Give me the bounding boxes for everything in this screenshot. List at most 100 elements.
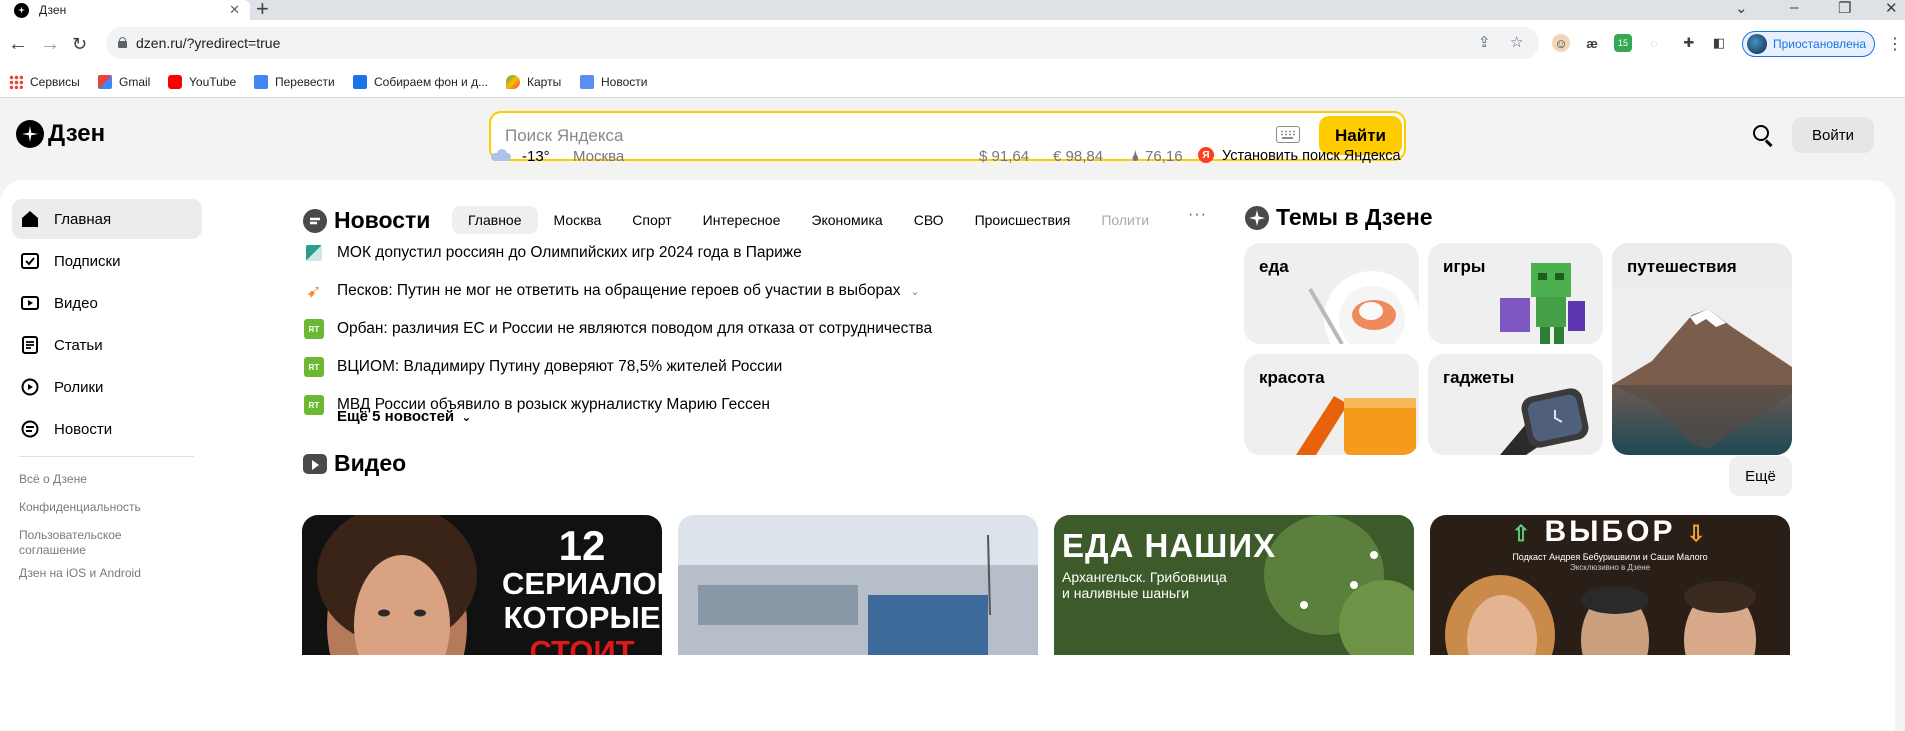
back-icon[interactable]: ← [8,34,28,54]
browser-tabstrip: Дзен ✕ + ⌄ – ❐ ✕ [0,0,1905,20]
browser-menu-icon[interactable]: ⋮ [1887,34,1903,54]
tab-sport[interactable]: Спорт [632,212,671,228]
profile-status: Приостановлена [1773,37,1867,51]
forward-icon[interactable]: → [40,34,60,54]
tab-svo[interactable]: СВО [914,212,944,228]
video-overlay-text: КОТОРЫЕ [503,600,661,635]
bookmark-star-icon[interactable]: ☆ [1510,33,1523,51]
oil-icon: 🌢 [1131,148,1141,165]
bookmark-translate[interactable]: Перевести [254,72,335,92]
privacy-link[interactable]: Конфиденциальность [19,500,169,515]
address-bar[interactable]: dzen.ru/?yredirect=true ⇪ ☆ [106,27,1539,59]
topics-section-title[interactable]: Темы в Дзене [1245,204,1433,231]
window-close-icon[interactable]: ✕ [1885,0,1898,17]
mobile-apps-link[interactable]: Дзен на iOS и Android [19,566,169,581]
more-news-button[interactable]: Ещё 5 новостей ⌄ [337,408,471,425]
minimize-icon[interactable]: – [1790,0,1798,16]
terms-link[interactable]: Пользовательское соглашение [19,528,169,558]
sidebar-item-subscriptions[interactable]: Подписки [12,241,202,281]
video-overlay-text: и наливные шаньги [1062,585,1190,601]
bookmark-gmail[interactable]: Gmail [98,72,150,92]
topic-games[interactable]: игры [1428,243,1603,344]
bookmark-site-icon [353,75,367,89]
dzen-logo-icon [16,120,44,148]
share-icon[interactable]: ⇪ [1478,33,1491,51]
sidebar-item-video[interactable]: Видео [12,283,202,323]
gmail-icon [98,75,112,89]
bookmark-youtube[interactable]: YouTube [168,72,236,92]
side-panel-icon[interactable]: ◧ [1710,34,1728,52]
restore-icon[interactable]: ❐ [1838,0,1851,17]
tab-interesting[interactable]: Интересное [703,212,781,228]
bookmark-collect[interactable]: Собираем фон и д... [353,72,488,92]
topic-travel[interactable]: путешествия [1612,243,1792,455]
news-item[interactable]: МОК допустил россиян до Олимпийских игр … [304,242,802,264]
tab-economy[interactable]: Экономика [811,212,882,228]
news-item[interactable]: ➹ Песков: Путин не мог не ответить на об… [304,280,919,302]
extension-counter-icon[interactable]: 15 [1614,34,1632,52]
sidebar-item-clips[interactable]: Ролики [12,367,202,407]
sidebar-item-articles[interactable]: Статьи [12,325,202,365]
extensions-puzzle-icon[interactable]: ✚ [1680,34,1698,52]
install-search-link[interactable]: Установить поиск Яндекса [1222,148,1401,164]
close-tab-icon[interactable]: ✕ [229,2,240,18]
extension-avatar-icon[interactable]: ☺ [1552,34,1570,52]
topic-food[interactable]: еда [1244,243,1419,344]
weather-city[interactable]: Москва [573,148,624,165]
dzen-page: Дзен Найти Войти -13° Москва $ 91,64 € 9… [0,98,1905,731]
more-tabs-icon[interactable]: ··· [1188,206,1207,224]
topic-label: гаджеты [1443,368,1515,387]
search-input[interactable] [505,123,1245,149]
video-icon [20,293,40,313]
sidebar-item-news[interactable]: Новости [12,409,202,449]
tab-incidents[interactable]: Происшествия [975,212,1071,228]
extension-ae-icon[interactable]: æ [1583,34,1601,52]
chevron-down-icon[interactable]: ⌄ [910,285,919,298]
eur-rate[interactable]: € 98,84 [1053,148,1103,165]
articles-icon [20,335,40,355]
weather-temperature[interactable]: -13° [522,148,550,165]
profile-button[interactable]: Приостановлена [1742,31,1875,57]
news-item[interactable]: RT ВЦИОМ: Владимиру Путину доверяют 78,5… [304,356,782,378]
tab-moscow[interactable]: Москва [554,212,602,228]
bookmark-services[interactable]: Сервисы [9,72,80,92]
topic-gadgets[interactable]: гаджеты [1428,354,1603,455]
video-card[interactable]: ЕДА НАШИХ Архангельск. Грибовница и нали… [1054,515,1414,655]
bookmark-news[interactable]: Новости [580,72,647,92]
url-text[interactable]: dzen.ru/?yredirect=true [136,35,280,51]
news-section-title[interactable]: Новости [303,207,430,234]
cloud-icon [491,149,511,161]
usd-rate[interactable]: $ 91,64 [979,148,1029,165]
browser-tab[interactable]: Дзен ✕ [0,0,250,20]
bookmark-maps[interactable]: Карты [506,72,561,92]
about-dzen-link[interactable]: Всё о Дзене [19,472,169,487]
tab-main[interactable]: Главное [452,206,538,234]
keyboard-icon[interactable] [1276,126,1300,143]
lock-icon[interactable] [118,37,127,48]
extension-disabled-icon[interactable]: ◌ [1645,34,1663,52]
video-overlay-text: Эксклюзивно в Дзене [1569,563,1651,572]
home-icon [20,209,40,229]
subscriptions-icon [20,251,40,271]
dzen-star-icon [1245,205,1269,230]
video-more-button[interactable]: Ещё [1729,456,1792,496]
video-overlay-text: 12 [558,522,606,569]
video-section-title[interactable]: Видео [303,450,406,477]
tab-search-icon[interactable]: ⌄ [1735,0,1748,17]
search-icon[interactable] [1753,125,1773,147]
video-card[interactable] [678,515,1038,655]
sidebar-item-home[interactable]: Главная [12,199,202,239]
rt-source-icon: RT [304,395,324,415]
login-button[interactable]: Войти [1792,117,1874,153]
new-tab-button[interactable]: + [256,0,269,20]
news-item[interactable]: RT Орбан: различия ЕС и России не являют… [304,318,932,340]
video-card[interactable]: ⇧ ВЫБОР ⇩ Подкаст Андрея Бебуришвили и С… [1430,515,1790,655]
dzen-logo[interactable]: Дзен [16,120,105,148]
tab-politics[interactable]: Полити [1101,212,1149,228]
video-card[interactable]: 12 СЕРИАЛОВ КОТОРЫЕ СТОИТ [302,515,662,655]
oil-rate[interactable]: 76,16 [1145,148,1183,165]
reload-icon[interactable]: ↻ [72,34,87,54]
topic-beauty[interactable]: красота [1244,354,1419,455]
rt-source-icon: RT [304,357,324,377]
translate-icon [254,75,268,89]
